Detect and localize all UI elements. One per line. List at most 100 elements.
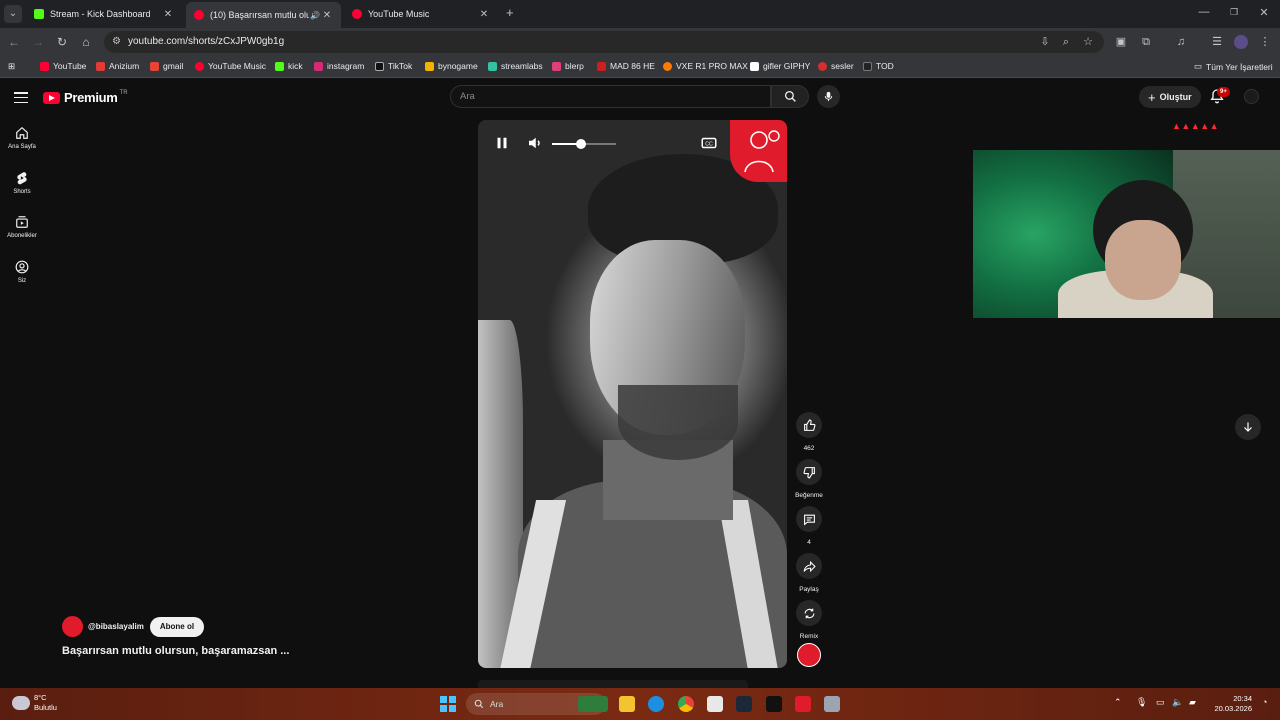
bookmark-anizium[interactable]: Anizium	[96, 61, 139, 71]
media-control-icon[interactable]: ♫	[1174, 35, 1188, 49]
close-tab-icon[interactable]: ✕	[321, 10, 333, 21]
sidebar-item-subscriptions[interactable]: Abonelikler	[0, 215, 44, 239]
next-short-preview	[478, 680, 748, 688]
tray-overflow-icon[interactable]: ⌃	[1114, 697, 1122, 708]
picture-in-picture-icon[interactable]: ▣	[1114, 35, 1128, 49]
speaker-icon[interactable]: 🔈	[1172, 697, 1183, 708]
kick-icon	[34, 9, 44, 19]
comments-button[interactable]: 4	[796, 506, 822, 546]
search-button[interactable]	[771, 85, 809, 108]
subscriptions-icon	[16, 216, 28, 228]
tab-youtube-music[interactable]: YouTube Music ✕	[344, 4, 498, 24]
restore-button[interactable]: ❐	[1226, 7, 1242, 18]
bookmark-sesler[interactable]: sesler	[818, 61, 854, 71]
sidebar-item-shorts[interactable]: Shorts	[0, 171, 44, 195]
install-app-icon[interactable]: ⇩	[1038, 35, 1052, 49]
notification-center-icon[interactable]: ◔	[1262, 697, 1267, 707]
url-text: youtube.com/shorts/zCxJPW0gb1g	[128, 36, 285, 47]
bookmark-kick[interactable]: kick	[275, 61, 303, 71]
subscribe-button[interactable]: Abone ol	[149, 616, 205, 637]
tab-search-button[interactable]: ⌄	[4, 5, 22, 23]
bookmark-tod[interactable]: TOD	[863, 61, 894, 71]
all-bookmarks-folder[interactable]: ▭ Tüm Yer İşaretleri	[1194, 61, 1273, 72]
bookmark-vxe[interactable]: VXE R1 PRO MAX	[663, 61, 748, 71]
next-video-button[interactable]	[1235, 414, 1261, 440]
remix-button[interactable]: Remix	[796, 600, 822, 640]
epic-games-icon[interactable]	[766, 696, 782, 712]
home-button[interactable]: ⌂	[78, 34, 94, 50]
network-icon[interactable]: ▭	[1156, 697, 1165, 708]
bookmark-blerp[interactable]: blerp	[552, 61, 584, 71]
steam-icon[interactable]	[736, 696, 752, 712]
browser-menu-icon[interactable]: ⋮	[1258, 35, 1272, 49]
store-icon[interactable]	[707, 696, 723, 712]
start-button[interactable]	[440, 696, 456, 712]
volume-handle[interactable]	[575, 139, 586, 149]
like-button[interactable]: 462	[796, 412, 822, 452]
comment-icon	[803, 514, 815, 526]
bookmark-giphy[interactable]: gifler GIPHY	[750, 61, 810, 71]
shorts-video-player[interactable]: CC	[478, 120, 787, 668]
captions-icon[interactable]: CC	[700, 134, 718, 152]
menu-icon[interactable]	[14, 92, 28, 106]
file-explorer-icon[interactable]	[619, 696, 635, 712]
account-avatar[interactable]	[1244, 89, 1259, 104]
forward-button[interactable]: →	[30, 34, 46, 50]
dislike-button[interactable]: Beğenme	[795, 459, 823, 499]
close-tab-icon[interactable]: ✕	[162, 9, 174, 20]
tab-kick-dashboard[interactable]: Stream - Kick Dashboard ✕	[26, 4, 182, 24]
tray-mic-icon[interactable]: 🎙	[1136, 697, 1147, 708]
bookmark-tiktok[interactable]: TikTok	[375, 61, 412, 71]
close-tab-icon[interactable]: ✕	[478, 9, 490, 20]
zoom-icon[interactable]: ⌕	[1059, 35, 1073, 49]
chrome-icon[interactable]	[678, 696, 694, 712]
voice-search-button[interactable]	[817, 85, 840, 108]
search-icon	[784, 90, 796, 102]
clock[interactable]: 20:34 20.03.2026	[1214, 694, 1252, 714]
sidebar-item-home[interactable]: Ana Sayfa	[0, 126, 44, 150]
extensions-icon[interactable]: ⧉	[1139, 35, 1153, 49]
channel-watermark-logo	[730, 120, 787, 182]
audio-playing-icon[interactable]: 🔊	[309, 11, 321, 20]
battery-icon[interactable]: ▰	[1189, 697, 1196, 708]
pause-icon[interactable]	[493, 134, 511, 152]
profile-avatar-icon[interactable]	[1234, 35, 1248, 49]
create-button[interactable]: + Oluştur	[1139, 86, 1201, 108]
youtube-logo[interactable]: Premium TR	[43, 90, 128, 105]
bookmark-bynogame[interactable]: bynogame	[425, 61, 478, 71]
back-button[interactable]: ←	[6, 34, 22, 50]
audio-source-avatar[interactable]	[797, 643, 821, 667]
video-title[interactable]: Başarırsan mutlu olursun, başaramazsan .…	[62, 645, 289, 657]
new-tab-button[interactable]: +	[506, 5, 514, 20]
search-highlight-icon[interactable]	[578, 696, 608, 712]
bookmark-youtube-music[interactable]: YouTube Music	[195, 61, 266, 71]
cloud-icon	[12, 696, 30, 710]
bookmark-star-icon[interactable]: ☆	[1081, 35, 1095, 49]
reload-button[interactable]: ↻	[54, 34, 70, 50]
bookmark-instagram[interactable]: instagram	[314, 61, 364, 71]
bookmark-streamlabs[interactable]: streamlabs	[488, 61, 543, 71]
volume-icon[interactable]	[526, 134, 544, 152]
site-info-icon[interactable]: ⚙	[112, 36, 121, 47]
tab-youtube-short[interactable]: (10) Başarırsan mutlu olursu 🔊 ✕	[186, 2, 341, 28]
channel-avatar[interactable]	[62, 616, 83, 637]
minimize-button[interactable]: —	[1196, 6, 1212, 18]
search-input[interactable]	[451, 86, 770, 107]
bookmarks-bar: ⊞ YouTube Anizium gmail YouTube Music ki…	[0, 56, 1280, 78]
weather-widget[interactable]: 8°C Bulutlu	[12, 693, 57, 713]
apps-icon[interactable]: ⊞	[8, 61, 15, 72]
notification-count-badge: 9+	[1217, 87, 1230, 97]
microphone-icon	[824, 91, 833, 102]
settings-icon[interactable]	[824, 696, 840, 712]
bookmark-youtube[interactable]: YouTube	[40, 61, 86, 71]
channel-name[interactable]: @bibaslayalim	[88, 622, 144, 631]
bookmark-mad86he[interactable]: MAD 86 HE	[597, 61, 655, 71]
obs-app-icon[interactable]	[795, 696, 811, 712]
edge-icon[interactable]	[648, 696, 664, 712]
share-button[interactable]: Paylaş	[796, 553, 822, 593]
close-window-button[interactable]: ✕	[1256, 6, 1272, 19]
bookmark-gmail[interactable]: gmail	[150, 61, 183, 71]
reading-list-icon[interactable]: ☰	[1210, 35, 1224, 49]
sidebar-item-you[interactable]: Siz	[0, 260, 44, 284]
address-bar[interactable]: ⚙ youtube.com/shorts/zCxJPW0gb1g	[104, 31, 1104, 53]
